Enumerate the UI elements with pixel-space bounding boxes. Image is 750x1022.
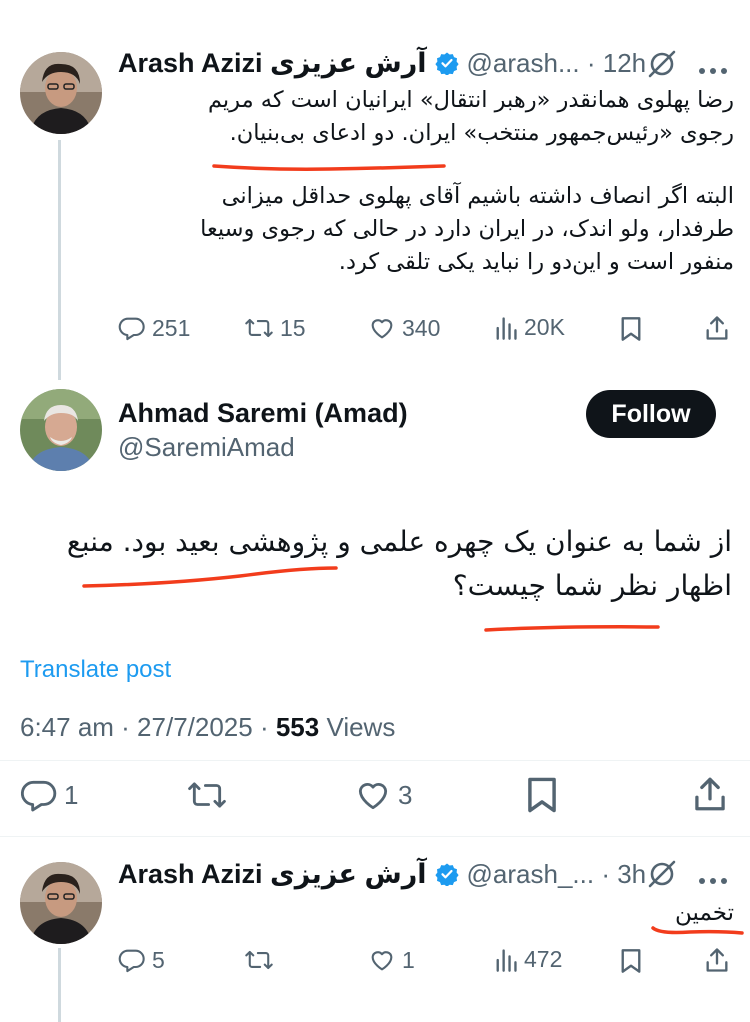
bookmark-button[interactable] xyxy=(526,776,558,814)
share-icon xyxy=(695,777,725,811)
reply-button[interactable]: 1 xyxy=(20,776,78,814)
follow-button[interactable]: Follow xyxy=(586,390,716,438)
annotation-underline xyxy=(212,164,446,171)
author-handle[interactable]: @SaremiAmad xyxy=(118,432,295,463)
author-name[interactable]: Arash Azizi آرش عزیزی xyxy=(118,859,427,890)
like-icon xyxy=(371,319,393,339)
retweet-count: 15 xyxy=(280,314,306,341)
like-count: 3 xyxy=(398,779,413,810)
handle-time[interactable]: @arash_... · 3h xyxy=(467,859,647,890)
like-count: 340 xyxy=(402,314,441,341)
views-icon xyxy=(496,316,517,340)
tweet-meta: 6:47 am · 27/7/2025 · 553 Views xyxy=(20,712,395,743)
avatar-arash[interactable] xyxy=(20,52,102,134)
annotation-underline xyxy=(82,566,338,588)
like-button[interactable]: 3 xyxy=(354,776,412,814)
grok-icon[interactable] xyxy=(646,50,678,83)
retweet-icon xyxy=(245,950,273,970)
reply-icon xyxy=(118,317,145,341)
like-icon xyxy=(371,951,393,971)
reply-icon xyxy=(118,949,145,973)
thread-connector xyxy=(58,948,61,1022)
tweet1-line: طرفدار، ولو اندک، در ایران دارد در حالی … xyxy=(200,216,734,242)
verified-icon xyxy=(434,862,459,887)
more-icon[interactable] xyxy=(698,62,728,80)
views-count: 20K xyxy=(524,314,565,340)
views-count: 553 xyxy=(275,712,320,742)
reply-count: 251 xyxy=(152,314,191,341)
share-icon xyxy=(706,948,728,972)
reply-icon xyxy=(20,780,57,812)
retweet-icon xyxy=(245,318,273,338)
divider xyxy=(0,836,750,837)
bookmark-button[interactable] xyxy=(620,948,642,974)
retweet-button[interactable] xyxy=(244,946,274,974)
author-name[interactable]: Arash Azizi آرش عزیزی xyxy=(118,48,427,79)
like-button[interactable]: 1 xyxy=(368,946,415,974)
views-button[interactable]: 472 xyxy=(494,946,562,973)
bookmark-button[interactable] xyxy=(620,316,642,342)
more-icon[interactable] xyxy=(698,872,728,890)
avatar-ahmad[interactable] xyxy=(20,389,102,471)
tweet3-header: Arash Azizi آرش عزیزی @arash_... · 3h xyxy=(118,857,646,891)
translate-link[interactable]: Translate post xyxy=(20,656,171,684)
share-button[interactable] xyxy=(692,774,728,814)
tweet1-line: البته اگر انصاف داشته باشیم آقای پهلوی ح… xyxy=(221,183,734,209)
tweet1-line: منفور است و این‌دو را نباید یکی تلقی کرد… xyxy=(338,249,734,275)
reply-count: 1 xyxy=(64,779,79,810)
bookmark-icon xyxy=(528,777,556,813)
thread-connector xyxy=(58,140,61,380)
author-name[interactable]: Ahmad Saremi (Amad) xyxy=(118,398,408,429)
like-button[interactable]: 340 xyxy=(368,314,440,342)
grok-icon[interactable] xyxy=(646,860,678,893)
views-icon xyxy=(496,948,517,972)
views-button[interactable]: 20K xyxy=(494,314,565,341)
reply-button[interactable]: 251 xyxy=(118,314,190,342)
views-count: 472 xyxy=(524,946,563,972)
divider xyxy=(0,760,750,761)
share-button[interactable] xyxy=(704,946,730,974)
reply-button[interactable]: 5 xyxy=(118,946,165,974)
reply-count: 5 xyxy=(152,946,165,973)
like-count: 1 xyxy=(402,946,415,973)
like-icon xyxy=(358,783,388,810)
retweet-icon xyxy=(188,782,226,808)
handle-time[interactable]: @arash... · 12h xyxy=(467,48,647,79)
verified-icon xyxy=(434,51,459,76)
annotation-underline xyxy=(651,926,744,935)
bookmark-icon xyxy=(621,949,641,973)
tweet1-text: رضا پهلوی همانقدر «رهبر انتقال» ایرانیان… xyxy=(110,84,734,279)
avatar-arash[interactable] xyxy=(20,862,102,944)
annotation-underline xyxy=(484,625,660,632)
main-tweet-line: از شما به عنوان یک چهره علمی و پژوهشی بع… xyxy=(66,525,732,558)
retweet-button[interactable]: 15 xyxy=(244,314,306,342)
tweet1-header: Arash Azizi آرش عزیزی @arash... · 12h xyxy=(118,46,646,80)
bookmark-icon xyxy=(621,317,641,341)
share-icon xyxy=(706,316,728,340)
views-label: Views xyxy=(319,712,396,742)
share-button[interactable] xyxy=(704,314,730,342)
tweet1-line: رجوی «رئیس‌جمهور منتخب» ایران. دو ادعای … xyxy=(229,120,734,146)
retweet-button[interactable] xyxy=(186,776,228,814)
timestamp[interactable]: 6:47 am · 27/7/2025 · xyxy=(20,712,276,742)
tweet1-line: رضا پهلوی همانقدر «رهبر انتقال» ایرانیان… xyxy=(207,87,734,113)
